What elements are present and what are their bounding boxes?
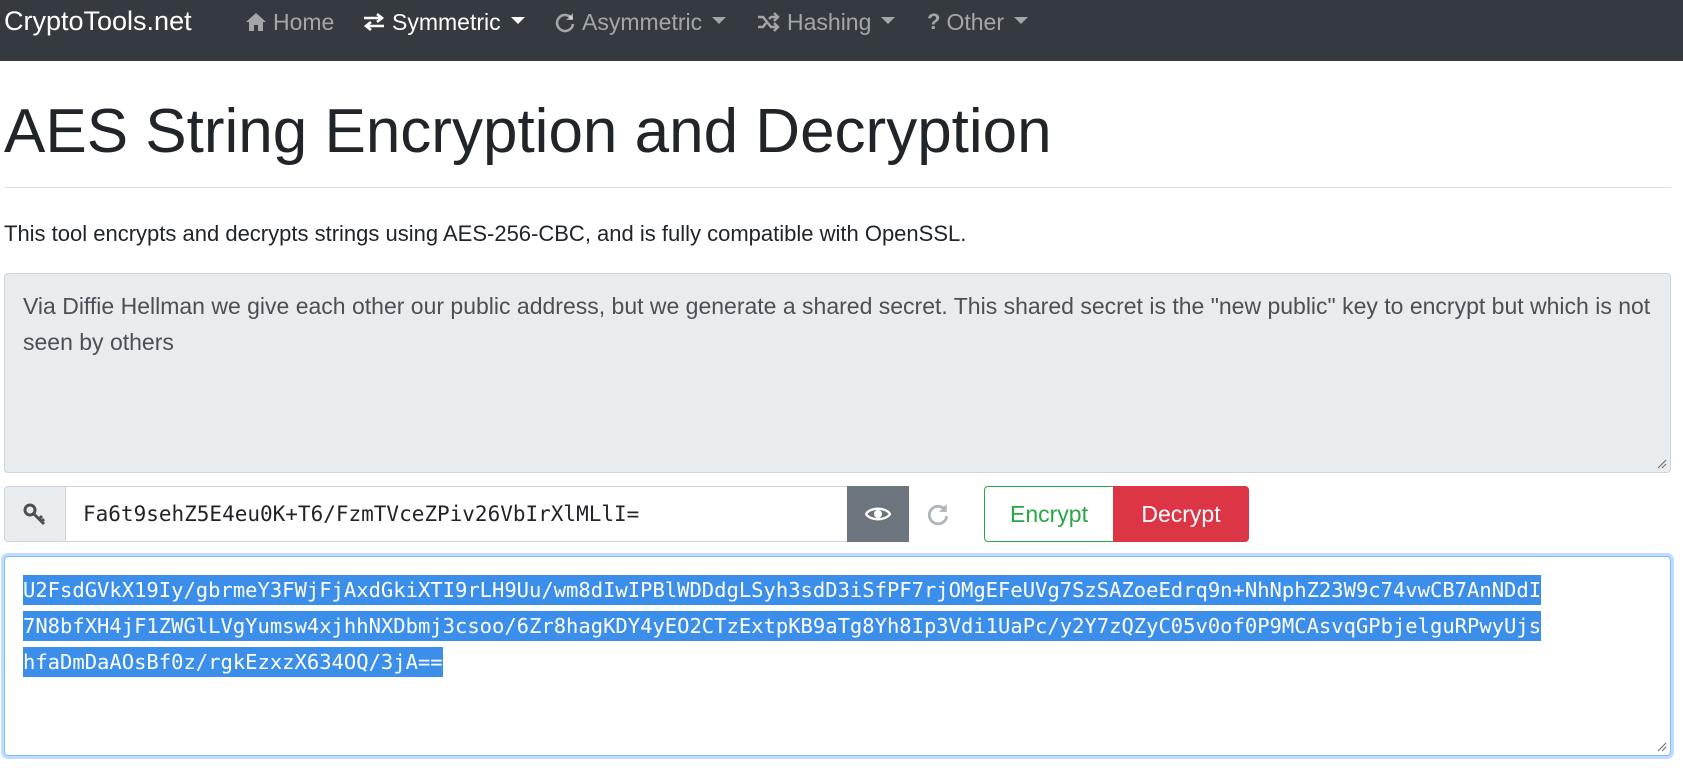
nav-home[interactable]: Home (245, 6, 334, 38)
eye-icon (865, 507, 891, 521)
nav-asymmetric[interactable]: Asymmetric (554, 6, 727, 38)
resize-handle-icon[interactable] (1655, 740, 1667, 752)
navbar: CryptoTools.net Home Symmetric Asymmetri… (0, 0, 1683, 61)
nav-symmetric-label: Symmetric (392, 8, 501, 35)
nav-other-label: Other (946, 8, 1004, 35)
page-title: AES String Encryption and Decryption (4, 97, 1052, 166)
home-icon (246, 13, 266, 31)
brand-link[interactable]: CryptoTools.net (4, 3, 192, 39)
plaintext-value: Via Diffie Hellman we give each other ou… (23, 293, 1651, 355)
ciphertext-line: U2FsdGVkX19Iy/gbrmeY3FWjFjAxdGkiXTI9rLH9… (23, 572, 1652, 608)
question-icon: ? (927, 9, 941, 34)
chevron-down-icon (881, 16, 896, 24)
nav-hashing[interactable]: Hashing (757, 6, 896, 38)
chevron-down-icon (1013, 16, 1028, 24)
ciphertext-line: hfaDmDaAOsBf0z/rgkEzxzX634OQ/3jA== (23, 644, 1652, 680)
regenerate-key-button[interactable] (909, 486, 967, 542)
refresh-icon (555, 13, 575, 33)
chevron-down-icon (510, 16, 525, 24)
nav-home-label: Home (273, 8, 335, 35)
refresh-icon (927, 504, 949, 526)
key-input[interactable]: Fa6t9sehZ5E4eu0K+T6/FzmTVceZPiv26VbIrXlM… (65, 486, 848, 542)
nav-other[interactable]: ? Other (927, 6, 1028, 38)
resize-handle-icon[interactable] (1655, 457, 1667, 469)
ciphertext-line: 7N8bfXH4jF1ZWGlLVgYumsw4xjhhNXDbmj3csoo/… (23, 608, 1652, 644)
decrypt-button[interactable]: Decrypt (1113, 486, 1249, 542)
exchange-icon (363, 12, 385, 32)
key-icon (23, 503, 46, 526)
nav-symmetric[interactable]: Symmetric (362, 6, 525, 38)
chevron-down-icon (712, 16, 727, 24)
divider (4, 187, 1671, 188)
plaintext-input[interactable]: Via Diffie Hellman we give each other ou… (4, 273, 1671, 473)
nav-hashing-label: Hashing (787, 8, 872, 35)
random-icon (758, 12, 780, 32)
ciphertext-output[interactable]: U2FsdGVkX19Iy/gbrmeY3FWjFjAxdGkiXTI9rLH9… (4, 556, 1671, 756)
nav-asymmetric-label: Asymmetric (582, 8, 703, 35)
encrypt-button[interactable]: Encrypt (984, 486, 1114, 542)
key-prepend (4, 486, 66, 542)
page-description: This tool encrypts and decrypts strings … (4, 221, 967, 246)
show-key-button[interactable] (847, 486, 909, 542)
